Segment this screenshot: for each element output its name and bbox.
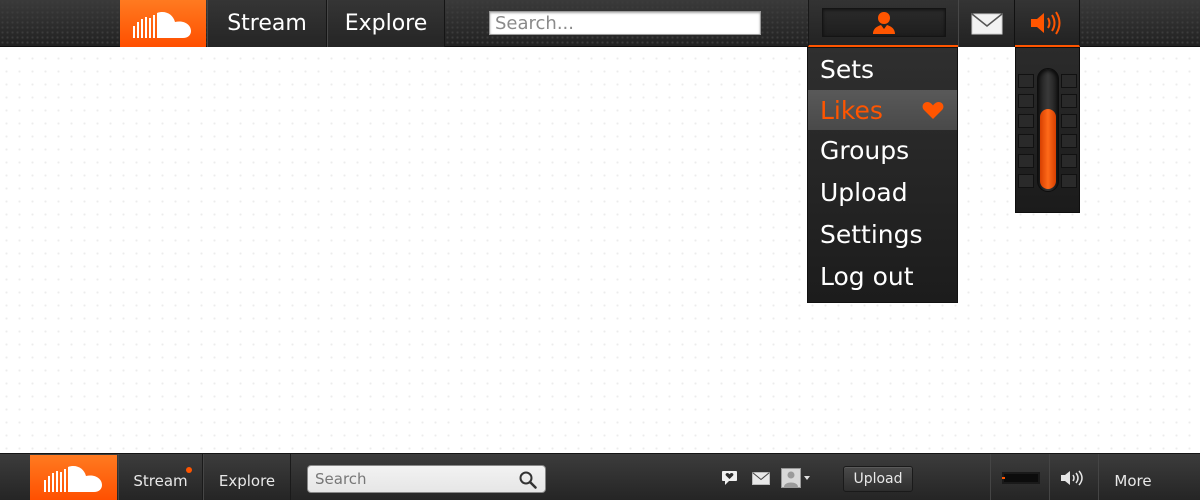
menu-item-likes[interactable]: Likes xyxy=(808,90,957,130)
nav-label: Explore xyxy=(218,471,276,490)
nav-explore[interactable]: Explore xyxy=(327,0,445,47)
mail-icon xyxy=(971,12,1002,34)
volume-tick xyxy=(1061,154,1077,168)
menu-item-settings[interactable]: Settings xyxy=(808,214,957,254)
menu-item-log-out[interactable]: Log out xyxy=(808,256,957,296)
upload-button[interactable]: Upload xyxy=(843,466,913,492)
volume-popup xyxy=(1015,47,1080,213)
more-label: More xyxy=(1114,471,1152,490)
heart-icon xyxy=(922,102,944,119)
soundcloud-logo[interactable] xyxy=(30,455,117,500)
volume-slider[interactable] xyxy=(1037,68,1059,192)
volume-tick xyxy=(1018,134,1034,148)
messages-button[interactable] xyxy=(958,0,1015,47)
volume-tick xyxy=(1061,134,1077,148)
nav-label: Stream xyxy=(133,471,188,490)
volume-tick xyxy=(1018,94,1034,108)
menu-item-label: Log out xyxy=(820,261,914,291)
volume-tick xyxy=(1018,174,1034,188)
menu-item-label: Sets xyxy=(820,54,875,84)
comment-icon xyxy=(721,471,737,485)
user-button-inner xyxy=(822,8,946,37)
volume-tick xyxy=(1061,114,1077,128)
volume-tick xyxy=(1061,74,1077,88)
soundcloud-logo-icon xyxy=(43,466,102,492)
volume-tick xyxy=(1061,174,1077,188)
user-dropdown-menu: Sets Likes Groups Upload Settings Log ou… xyxy=(807,47,958,303)
volume-tick xyxy=(1061,94,1077,108)
menu-item-upload[interactable]: Upload xyxy=(808,172,957,212)
volume-tick xyxy=(1018,74,1034,88)
nav-stream[interactable]: Stream xyxy=(118,454,203,500)
volume-icon xyxy=(1061,470,1083,486)
user-menu-button[interactable] xyxy=(781,468,813,488)
waveform-icon xyxy=(1002,472,1040,484)
volume-icon xyxy=(1031,10,1061,35)
menu-item-label: Settings xyxy=(820,219,923,249)
volume-level-fill xyxy=(1040,109,1056,189)
comments-button[interactable] xyxy=(720,468,738,488)
search-input[interactable] xyxy=(307,465,546,493)
menu-item-label: Upload xyxy=(820,177,908,207)
avatar-icon xyxy=(781,468,810,488)
volume-button[interactable] xyxy=(1015,0,1080,47)
volume-button[interactable] xyxy=(1060,468,1088,488)
menu-item-sets[interactable]: Sets xyxy=(808,49,957,89)
more-button[interactable]: More xyxy=(1098,454,1168,500)
messages-button[interactable] xyxy=(751,468,770,488)
divider xyxy=(990,454,991,500)
nav-stream[interactable]: Stream xyxy=(207,0,327,47)
divider xyxy=(1049,454,1050,500)
user-icon xyxy=(873,11,895,34)
soundcloud-logo[interactable] xyxy=(120,0,206,47)
bottom-player-bar: Stream Explore Upload xyxy=(0,453,1200,500)
soundcloud-logo-icon xyxy=(133,11,191,38)
search-input[interactable] xyxy=(489,11,761,35)
user-menu-button[interactable] xyxy=(808,0,958,47)
top-navigation-bar: Stream Explore xyxy=(0,0,1200,47)
menu-item-label: Likes xyxy=(820,95,883,125)
menu-item-groups[interactable]: Groups xyxy=(808,130,957,170)
nav-explore[interactable]: Explore xyxy=(203,454,291,500)
volume-tick xyxy=(1018,154,1034,168)
search-icon[interactable] xyxy=(519,471,537,489)
menu-item-label: Groups xyxy=(820,135,910,165)
volume-tick xyxy=(1018,114,1034,128)
notification-dot xyxy=(186,467,192,473)
mail-icon xyxy=(751,471,770,485)
